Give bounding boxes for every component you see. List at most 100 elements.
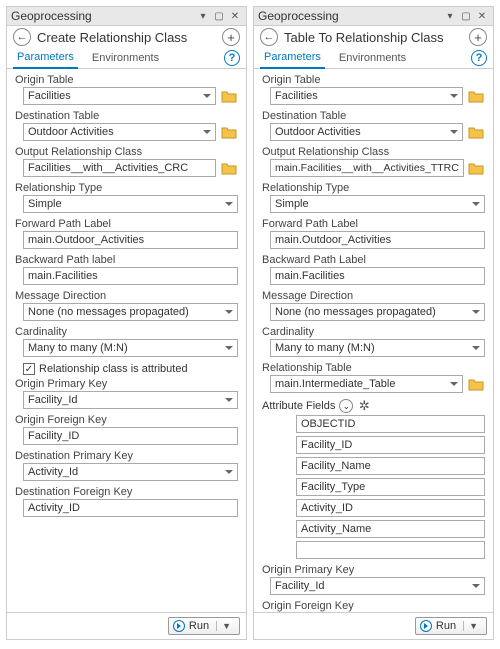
footer: Run ▼ xyxy=(254,612,493,639)
toolbar: ← Create Relationship Class + xyxy=(7,26,246,48)
help-button[interactable]: ? xyxy=(471,50,487,66)
label-output-rel-class: Output Relationship Class xyxy=(262,145,485,159)
browse-folder-icon[interactable] xyxy=(220,88,238,104)
back-button[interactable]: ← xyxy=(260,28,278,46)
forward-path-input[interactable]: main.Outdoor_Activities xyxy=(23,231,238,249)
destination-table-select[interactable]: Outdoor Activities xyxy=(270,123,463,141)
attributed-checkbox[interactable]: ✓ xyxy=(23,363,35,375)
browse-folder-icon[interactable] xyxy=(467,124,485,140)
label-origin-pk: Origin Primary Key xyxy=(15,377,238,391)
origin-table-select[interactable]: Facilities xyxy=(270,87,463,105)
rel-table-select[interactable]: main.Intermediate_Table xyxy=(270,375,463,393)
label-cardinality: Cardinality xyxy=(15,325,238,339)
label-origin-table: Origin Table xyxy=(262,73,485,87)
rel-type-select[interactable]: Simple xyxy=(270,195,485,213)
tab-environments[interactable]: Environments xyxy=(335,49,410,68)
pane-create-relationship-class: Geoprocessing ▾ ▢ ✕ ← Create Relationshi… xyxy=(6,6,247,640)
origin-pk-select[interactable]: Facility_Id xyxy=(270,577,485,595)
label-message-dir: Message Direction xyxy=(262,289,485,303)
pane-title: Geoprocessing xyxy=(258,9,441,23)
pane-close-icon[interactable]: ✕ xyxy=(475,9,489,23)
attr-field-input[interactable]: Activity_Name xyxy=(296,520,485,538)
dest-fk-input[interactable]: Activity_ID xyxy=(23,499,238,517)
rel-type-select[interactable]: Simple xyxy=(23,195,238,213)
add-button[interactable]: + xyxy=(469,28,487,46)
tab-parameters[interactable]: Parameters xyxy=(13,48,78,69)
parameters-body: Origin Table Facilities Destination Tabl… xyxy=(254,69,493,612)
attr-field-input[interactable] xyxy=(296,541,485,559)
pane-header: Geoprocessing ▾ ▢ ✕ xyxy=(254,7,493,26)
pane-pin-icon[interactable]: ▢ xyxy=(459,9,473,23)
tabs: Parameters Environments ? xyxy=(7,48,246,69)
label-rel-type: Relationship Type xyxy=(262,181,485,195)
run-play-icon xyxy=(173,620,185,632)
run-play-icon xyxy=(420,620,432,632)
label-destination-table: Destination Table xyxy=(262,109,485,123)
attr-field-input[interactable]: Facility_Name xyxy=(296,457,485,475)
label-origin-pk: Origin Primary Key xyxy=(262,563,485,577)
pane-menu-icon[interactable]: ▾ xyxy=(196,9,210,23)
origin-fk-input[interactable]: Facility_ID xyxy=(23,427,238,445)
label-message-dir: Message Direction xyxy=(15,289,238,303)
output-rel-class-input[interactable]: Facilities__with__Activities_CRC xyxy=(23,159,216,177)
forward-path-input[interactable]: main.Outdoor_Activities xyxy=(270,231,485,249)
origin-table-select[interactable]: Facilities xyxy=(23,87,216,105)
attr-field-input[interactable]: Facility_Type xyxy=(296,478,485,496)
pane-table-to-relationship-class: Geoprocessing ▾ ▢ ✕ ← Table To Relations… xyxy=(253,6,494,640)
backward-path-input[interactable]: main.Facilities xyxy=(270,267,485,285)
collapse-icon[interactable]: ⌄ xyxy=(339,399,353,413)
cardinality-select[interactable]: Many to many (M:N) xyxy=(23,339,238,357)
help-button[interactable]: ? xyxy=(224,50,240,66)
label-attr-fields: Attribute Fields xyxy=(262,400,335,412)
tool-title: Create Relationship Class xyxy=(37,30,222,45)
run-menu-icon[interactable]: ▼ xyxy=(216,621,231,631)
pane-close-icon[interactable]: ✕ xyxy=(228,9,242,23)
label-origin-fk: Origin Foreign Key xyxy=(15,413,238,427)
label-output-rel-class: Output Relationship Class xyxy=(15,145,238,159)
dest-pk-select[interactable]: Activity_Id xyxy=(23,463,238,481)
pane-menu-icon[interactable]: ▾ xyxy=(443,9,457,23)
cardinality-select[interactable]: Many to many (M:N) xyxy=(270,339,485,357)
backward-path-input[interactable]: main.Facilities xyxy=(23,267,238,285)
attr-field-input[interactable]: OBJECTID xyxy=(296,415,485,433)
label-destination-table: Destination Table xyxy=(15,109,238,123)
label-rel-type: Relationship Type xyxy=(15,181,238,195)
browse-folder-icon[interactable] xyxy=(468,160,485,176)
tab-environments[interactable]: Environments xyxy=(88,49,163,68)
message-dir-select[interactable]: None (no messages propagated) xyxy=(23,303,238,321)
label-backward-path: Backward Path label xyxy=(15,253,238,267)
parameters-body: Origin Table Facilities Destination Tabl… xyxy=(7,69,246,612)
add-button[interactable]: + xyxy=(222,28,240,46)
label-backward-path: Backward Path Label xyxy=(262,253,485,267)
gear-icon[interactable]: ✲ xyxy=(357,399,371,413)
label-origin-fk: Origin Foreign Key xyxy=(262,599,485,612)
browse-folder-icon[interactable] xyxy=(467,88,485,104)
run-menu-icon[interactable]: ▼ xyxy=(463,621,478,631)
browse-folder-icon[interactable] xyxy=(220,124,238,140)
toolbar: ← Table To Relationship Class + xyxy=(254,26,493,48)
label-forward-path: Forward Path Label xyxy=(262,217,485,231)
browse-folder-icon[interactable] xyxy=(467,376,485,392)
output-rel-class-input[interactable]: main.Facilities__with__Activities_TTRC xyxy=(270,159,464,177)
destination-table-select[interactable]: Outdoor Activities xyxy=(23,123,216,141)
label-rel-table: Relationship Table xyxy=(262,361,485,375)
run-button[interactable]: Run ▼ xyxy=(168,617,240,635)
tab-parameters[interactable]: Parameters xyxy=(260,48,325,69)
tabs: Parameters Environments ? xyxy=(254,48,493,69)
label-forward-path: Forward Path Label xyxy=(15,217,238,231)
browse-folder-icon[interactable] xyxy=(220,160,238,176)
pane-header: Geoprocessing ▾ ▢ ✕ xyxy=(7,7,246,26)
footer: Run ▼ xyxy=(7,612,246,639)
label-origin-table: Origin Table xyxy=(15,73,238,87)
attr-field-input[interactable]: Activity_ID xyxy=(296,499,485,517)
run-button[interactable]: Run ▼ xyxy=(415,617,487,635)
message-dir-select[interactable]: None (no messages propagated) xyxy=(270,303,485,321)
back-button[interactable]: ← xyxy=(13,28,31,46)
origin-pk-select[interactable]: Facility_Id xyxy=(23,391,238,409)
attr-field-input[interactable]: Facility_ID xyxy=(296,436,485,454)
label-dest-fk: Destination Foreign Key xyxy=(15,485,238,499)
label-dest-pk: Destination Primary Key xyxy=(15,449,238,463)
pane-pin-icon[interactable]: ▢ xyxy=(212,9,226,23)
label-cardinality: Cardinality xyxy=(262,325,485,339)
tool-title: Table To Relationship Class xyxy=(284,30,469,45)
